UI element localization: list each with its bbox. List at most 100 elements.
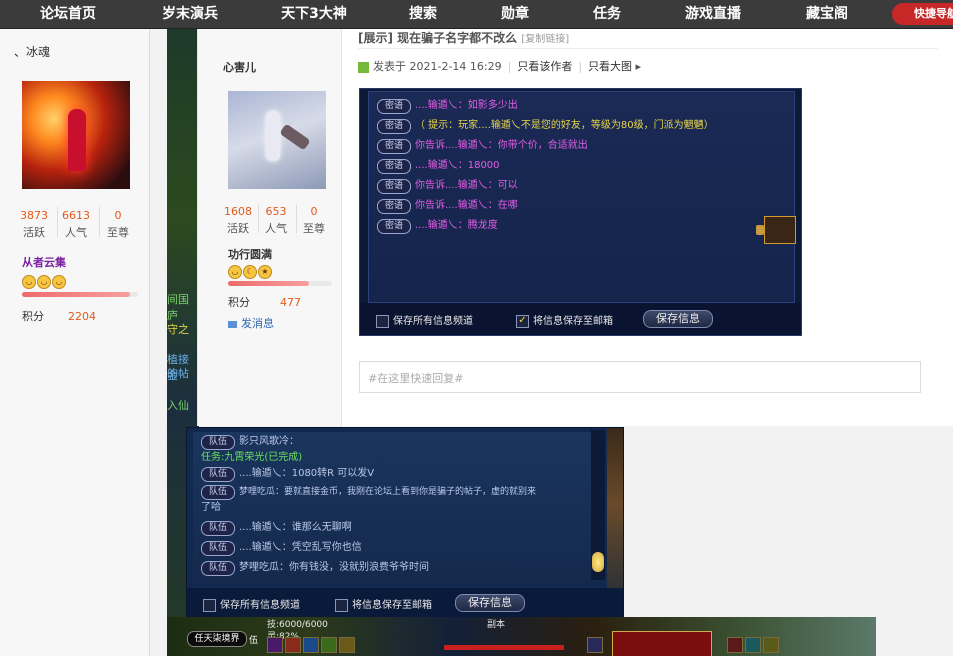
skill-slot-icon[interactable]: [339, 637, 355, 653]
checkbox-label: 将信息保存至邮箱: [352, 600, 432, 611]
stat-value[interactable]: 3873: [14, 209, 54, 222]
chat-window: 队伍 影只风歌冷： 任务:九霄荣光(已完成) 队伍 ....输遁乀：1080转R 可…: [193, 432, 597, 582]
stat-value[interactable]: 0: [296, 205, 332, 218]
stat-popularity: 6613 人气: [56, 209, 96, 240]
skill-slot-icon[interactable]: [745, 637, 761, 653]
chat-line: 密语 你告诉....输遁乀：在哪: [377, 196, 518, 214]
page-background: [876, 617, 953, 656]
save-to-mail-checkbox[interactable]: ✓ 将信息保存至邮箱: [516, 312, 613, 328]
rank-face-icon: ◡: [37, 275, 51, 289]
skill-slot-icon[interactable]: [587, 637, 603, 653]
star-icon: ★: [258, 265, 272, 279]
skill-slot-icon[interactable]: [727, 637, 743, 653]
nav-item-treasure[interactable]: 藏宝阁: [804, 0, 850, 28]
bag-handle: [756, 225, 764, 235]
rank-face-icon: ◡: [52, 275, 66, 289]
save-to-mail-checkbox[interactable]: 将信息保存至邮箱: [335, 596, 432, 612]
chat-line: 密语 ....输遁乀：18000: [377, 156, 500, 174]
stat-value[interactable]: 653: [258, 205, 294, 218]
chat-line: 队伍 梦哩吃瓜：你有钱没，没就别浪费爷爷时间: [201, 558, 429, 576]
overlay-chat-screenshot[interactable]: 队伍 影只风歌冷： 任务:九霄荣光(已完成) 队伍 ....输遁乀：1080转R 可…: [186, 427, 624, 619]
skill-slot-icon[interactable]: [303, 637, 319, 653]
nav-item-live[interactable]: 游戏直播: [683, 0, 743, 28]
chat-line: 密语 ....输遁乀：如影多少出: [377, 96, 518, 114]
copy-link[interactable]: [复制链接]: [521, 34, 569, 45]
stat-value[interactable]: 6613: [56, 209, 96, 222]
stat-label: 至尊: [303, 222, 325, 235]
chat-line: 密语 你告诉....输遁乀：可以: [377, 176, 518, 194]
chat-line: 密语 你告诉....输遁乀：你带个价，合适就出: [377, 136, 588, 154]
bag-icon: [756, 216, 796, 244]
chat-window: 密语 ....输遁乀：如影多少出 密语 （ 提示：玩家....输遁乀不是您的好友，等…: [368, 91, 796, 303]
rank-icons: ◡ ☾ ★: [228, 263, 273, 279]
channel-tag: 队伍: [201, 541, 235, 556]
rank-face-icon: ◡: [22, 275, 36, 289]
user-rank[interactable]: 从者云集: [22, 254, 66, 270]
post-date: 发表于 2021-2-14 16:29: [373, 60, 502, 73]
level-progress-bar: [228, 281, 332, 286]
chat-text: 你告诉....输遁乀：你带个价，合适就出: [415, 140, 588, 151]
top-nav-bar: 论坛首页 岁末演兵 天下3大神 搜索 勋章 任务 游戏直播 藏宝阁 快捷导航: [0, 0, 953, 29]
score-label: 积分: [228, 296, 250, 309]
channel-tag: 队伍: [201, 467, 235, 482]
avatar-figure: [68, 109, 86, 171]
score-row: 积分 477: [228, 294, 301, 310]
channel-tag: 密语: [377, 219, 411, 234]
send-message-link[interactable]: 发消息: [228, 315, 274, 331]
stat-label: 活跃: [227, 222, 249, 235]
stat-value[interactable]: 0: [98, 209, 138, 222]
nav-item-year-end[interactable]: 岁末演兵: [160, 0, 220, 28]
author-name[interactable]: 心害儿: [223, 59, 256, 75]
scroll-thumb[interactable]: [592, 552, 604, 572]
chat-text: ....输遁乀：18000: [415, 160, 500, 171]
post-image-chat-screenshot[interactable]: 密语 ....输遁乀：如影多少出 密语 （ 提示：玩家....输遁乀不是您的好友，等…: [359, 88, 802, 336]
save-all-channels-checkbox[interactable]: 保存所有信息频道: [376, 312, 473, 328]
nav-item-medals[interactable]: 勋章: [500, 0, 530, 28]
level-progress-bar: [22, 292, 138, 297]
strip-text: 入仙: [167, 399, 189, 412]
skill-slot-icon[interactable]: [763, 637, 779, 653]
checkbox-label: 保存所有信息频道: [220, 600, 300, 611]
nav-item-tianxia-master[interactable]: 天下3大神: [279, 0, 349, 28]
chat-scrollbar[interactable]: [591, 430, 605, 580]
username[interactable]: 、冰魂: [14, 43, 50, 60]
save-info-button[interactable]: 保存信息: [455, 594, 525, 612]
stat-label: 人气: [265, 222, 287, 235]
nav-item-search[interactable]: 搜索: [408, 0, 438, 28]
chat-options-bar: 保存所有信息频道 ✓ 将信息保存至邮箱 保存信息: [360, 303, 801, 335]
chat-line: 队伍 梦哩吃瓜：要就直接金币，我刚在论坛上看到你是骗子的帖子，虚的就别来: [201, 484, 536, 500]
author-rank[interactable]: 功行圆满: [228, 246, 272, 262]
chat-text: 任务:九霄荣光(已完成): [201, 452, 303, 463]
author-panel: 心害儿 1608 活跃 653 人气 0 至尊 功行圆满 ◡ ☾ ★ 积分 477 发…: [198, 29, 342, 426]
world-tab[interactable]: 任天柒境界: [187, 631, 247, 647]
quick-nav-button[interactable]: 快捷导航: [892, 3, 953, 25]
checkbox-label: 保存所有信息频道: [393, 316, 473, 327]
author-stat-popularity: 653 人气: [258, 205, 294, 236]
avatar-figure: [266, 111, 280, 161]
quick-reply-input[interactable]: #在这里快速回复#: [359, 361, 921, 393]
score-value: 2204: [68, 310, 96, 323]
chat-line: 任务:九霄荣光(已完成): [201, 448, 302, 463]
chat-line: 队伍 ....输遁乀：1080转R 可以发V: [201, 464, 374, 482]
channel-tag: 密语: [377, 159, 411, 174]
nav-item-forum-home[interactable]: 论坛首页: [38, 0, 98, 28]
chat-line: 队伍 ....输遁乀：凭空乱写你也信: [201, 538, 362, 556]
nav-item-tasks[interactable]: 任务: [592, 0, 622, 28]
save-all-channels-checkbox[interactable]: 保存所有信息频道: [203, 596, 300, 612]
save-info-button[interactable]: 保存信息: [643, 310, 713, 328]
author-avatar[interactable]: [228, 91, 326, 189]
post-title: [展示] 现在骗子名字都不改么 [复制链接]: [358, 29, 569, 46]
only-author-link[interactable]: 只看该作者: [517, 60, 572, 73]
game-hud-bar: 任天柒境界 伍 技:6000/6000 灵:82% 副本: [167, 617, 876, 656]
stat-value[interactable]: 1608: [220, 205, 256, 218]
level-progress-fill: [228, 281, 310, 286]
skill-slot-icon[interactable]: [321, 637, 337, 653]
skill-slot-icon[interactable]: [285, 637, 301, 653]
skill-slot-icon[interactable]: [267, 637, 283, 653]
stat-supreme: 0 至尊: [98, 209, 138, 240]
hp-bar: [444, 645, 564, 650]
big-image-link[interactable]: 只看大图: [588, 60, 632, 73]
channel-tag: 密语: [377, 179, 411, 194]
avatar[interactable]: [22, 81, 130, 189]
hud-text: 伍: [249, 636, 259, 646]
